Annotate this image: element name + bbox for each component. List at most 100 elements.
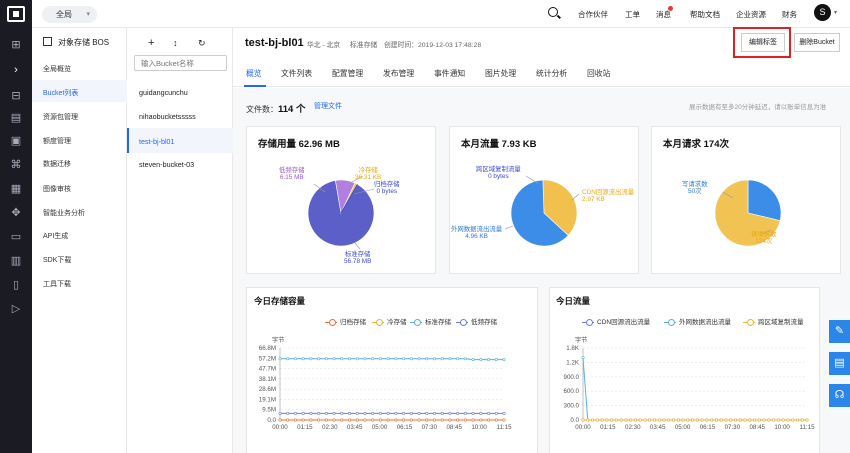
chevron-down-icon[interactable]: ▾ [834, 9, 837, 16]
tab-statistics[interactable]: 统计分析 [536, 68, 567, 79]
data-point [432, 411, 436, 415]
pie-label-cdn: CDN回源流出流量 2.97 KB [582, 189, 635, 203]
data-point [286, 357, 290, 361]
search-icon[interactable] [548, 7, 558, 17]
y-tick-label: 0.0 [267, 417, 276, 424]
legend-cold[interactable]: 冷存储 [372, 316, 407, 327]
legend-line-icon [664, 319, 676, 327]
headset-icon[interactable]: ☊ [829, 384, 850, 407]
traffic-today-title: 今日流量 [556, 296, 591, 306]
nav-finance[interactable]: 财务 [782, 9, 797, 20]
logo-icon [7, 6, 25, 22]
scope-selector[interactable]: 全局 ▾ [42, 6, 97, 23]
network-icon[interactable]: ⌘ [9, 158, 23, 172]
add-icon[interactable]: + [148, 37, 154, 49]
message-icon[interactable]: ▤ [829, 352, 850, 375]
sort-icon[interactable]: ↕ [173, 38, 178, 48]
data-point [487, 418, 491, 422]
chevron-right-icon[interactable]: › [9, 63, 23, 77]
legend-archive[interactable]: 归档存储 [325, 316, 366, 327]
data-point [463, 357, 467, 361]
nav-item-image-audit[interactable]: 图像审核 [43, 184, 71, 194]
nav-item-analytics[interactable]: 智能业务分析 [43, 208, 85, 218]
avatar[interactable]: S [814, 4, 831, 21]
y-tick-label: 300.0 [564, 403, 580, 410]
refresh-icon[interactable]: ↻ [198, 38, 206, 49]
bucket-item[interactable]: nihaobucketsssss [139, 112, 196, 121]
data-point [363, 357, 367, 361]
data-point [643, 418, 647, 422]
nav-item-migration[interactable]: 数据迁移 [43, 159, 71, 169]
manage-files-link[interactable]: 管理文件 [314, 101, 342, 111]
tab-events[interactable]: 事件通知 [434, 68, 465, 79]
tab-publish[interactable]: 发布管理 [383, 68, 414, 79]
legend-infrequent[interactable]: 低频存储 [456, 316, 497, 327]
server-icon[interactable]: ▤ [9, 111, 23, 125]
nav-item-sdk[interactable]: SDK下载 [43, 255, 71, 265]
tab-recycle-bin[interactable]: 回收站 [587, 68, 610, 79]
x-tick-label: 03:45 [650, 424, 666, 431]
data-point [324, 357, 328, 361]
data-point [676, 418, 680, 422]
nav-item-tools[interactable]: 工具下载 [43, 279, 71, 289]
data-point [371, 411, 375, 415]
data-point [394, 357, 398, 361]
y-tick-label: 900.0 [564, 374, 580, 381]
data-point [440, 418, 444, 422]
play-icon[interactable]: ▷ [9, 302, 23, 316]
tab-image-processing[interactable]: 图片处理 [485, 68, 516, 79]
data-point [394, 411, 398, 415]
legend-line-icon [582, 319, 594, 327]
tab-config[interactable]: 配置管理 [332, 68, 363, 79]
bucket-item-selected[interactable]: test-bj-bl01 [139, 137, 175, 146]
nav-item-overview[interactable]: 全局概览 [43, 64, 71, 74]
video-icon[interactable]: ▭ [9, 230, 23, 244]
legend-standard[interactable]: 标准存储 [410, 316, 451, 327]
edit-feedback-icon[interactable]: ✎ [829, 320, 850, 343]
chevron-down-icon: ▾ [86, 11, 90, 18]
pie-label-write: 写请求数 50次 [682, 181, 708, 195]
tab-file-list[interactable]: 文件列表 [281, 68, 312, 79]
x-tick-label: 08:45 [749, 424, 765, 431]
legend-public-out[interactable]: 外网数据流出流量 [664, 316, 731, 327]
storage-line-chart: 字节66.8M57.2M47.7M38.1M28.6M19.1M9.5M0.00… [259, 336, 512, 431]
data-point [355, 418, 359, 422]
data-point [672, 418, 676, 422]
nav-partners[interactable]: 合作伙伴 [578, 9, 608, 20]
bucket-item[interactable]: guidangcunchu [139, 88, 188, 97]
data-point [409, 357, 413, 361]
data-point [494, 418, 498, 422]
document-icon[interactable]: ▯ [9, 278, 23, 292]
data-point [402, 411, 406, 415]
storage-icon[interactable]: ▣ [9, 134, 23, 148]
nav-item-api[interactable]: API生成 [43, 231, 68, 241]
delete-bucket-button[interactable]: 删除Bucket [794, 33, 840, 52]
y-tick-label: 600.0 [564, 388, 580, 395]
nav-enterprise-resources[interactable]: 企业资源 [736, 9, 766, 20]
legend-cdn[interactable]: CDN回源流出流量 [582, 316, 650, 327]
qrcode-icon[interactable]: ▦ [9, 182, 23, 196]
nav-item-bucket-list[interactable]: Bucket列表 [43, 88, 78, 98]
nav-item-packages[interactable]: 资源包管理 [43, 112, 78, 122]
x-tick-label: 11:15 [496, 424, 512, 431]
data-point [595, 418, 599, 422]
data-point [738, 418, 742, 422]
cluster-icon[interactable]: ✥ [9, 206, 23, 220]
tab-overview[interactable]: 概览 [246, 68, 262, 79]
legend-cross-region[interactable]: 跨区域复制流量 [743, 316, 804, 327]
data-point [340, 418, 344, 422]
nav-item-quota[interactable]: 额度管理 [43, 136, 71, 146]
data-point [695, 418, 699, 422]
bucket-search-input[interactable] [134, 55, 227, 71]
nav-tickets[interactable]: 工单 [625, 9, 640, 20]
grid-icon[interactable]: ⊞ [9, 38, 23, 52]
dashboard-icon[interactable]: ⊟ [9, 89, 23, 103]
y-tick-label: 9.5M [262, 407, 276, 414]
database-icon[interactable]: ▥ [9, 254, 23, 268]
data-point [581, 356, 585, 360]
bucket-item[interactable]: steven-bucket-03 [139, 160, 194, 169]
nav-help-docs[interactable]: 帮助文档 [690, 9, 720, 20]
data-point [502, 358, 506, 362]
x-tick-label: 10:00 [471, 424, 487, 431]
data-point [348, 411, 352, 415]
